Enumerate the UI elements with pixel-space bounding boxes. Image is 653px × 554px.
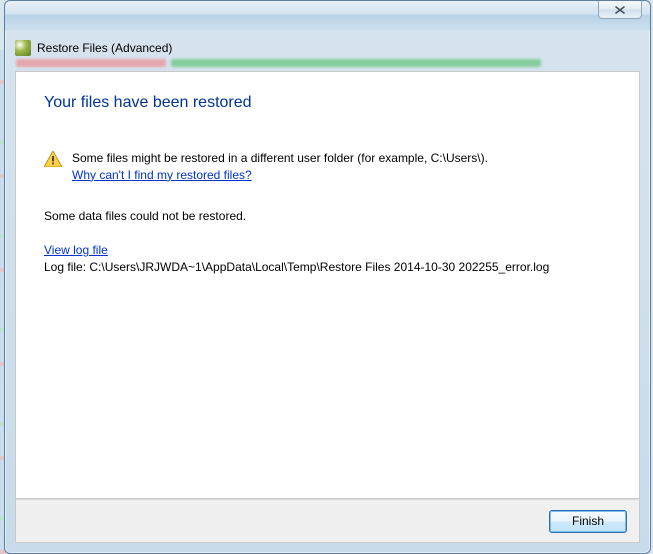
warning-icon	[44, 151, 62, 167]
content-panel: Your files have been restored Some files…	[15, 71, 640, 499]
titlebar	[5, 1, 650, 31]
body-area: Some files might be restored in a differ…	[16, 120, 639, 276]
dialog-window: Restore Files (Advanced) Your files have…	[4, 0, 651, 554]
why-cant-find-link[interactable]: Why can't I find my restored files?	[72, 167, 252, 184]
view-log-link[interactable]: View log file	[44, 242, 108, 259]
warning-message: Some files might be restored in a differ…	[72, 150, 611, 167]
obscured-background-bar	[11, 57, 644, 71]
warning-text-block: Some files might be restored in a differ…	[72, 150, 611, 184]
window-title: Restore Files (Advanced)	[37, 41, 172, 55]
page-heading: Your files have been restored	[16, 72, 639, 120]
log-path: Log file: C:\Users\JRJWDA~1\AppData\Loca…	[44, 260, 549, 274]
close-icon	[611, 5, 629, 15]
restore-files-icon	[15, 40, 31, 56]
finish-button[interactable]: Finish	[549, 510, 627, 533]
footer-bar: Finish	[15, 499, 640, 543]
error-paragraph: Some data files could not be restored.	[44, 208, 611, 225]
log-block: View log file Log file: C:\Users\JRJWDA~…	[44, 242, 611, 276]
close-button[interactable]	[598, 1, 642, 19]
warning-row: Some files might be restored in a differ…	[44, 150, 611, 184]
